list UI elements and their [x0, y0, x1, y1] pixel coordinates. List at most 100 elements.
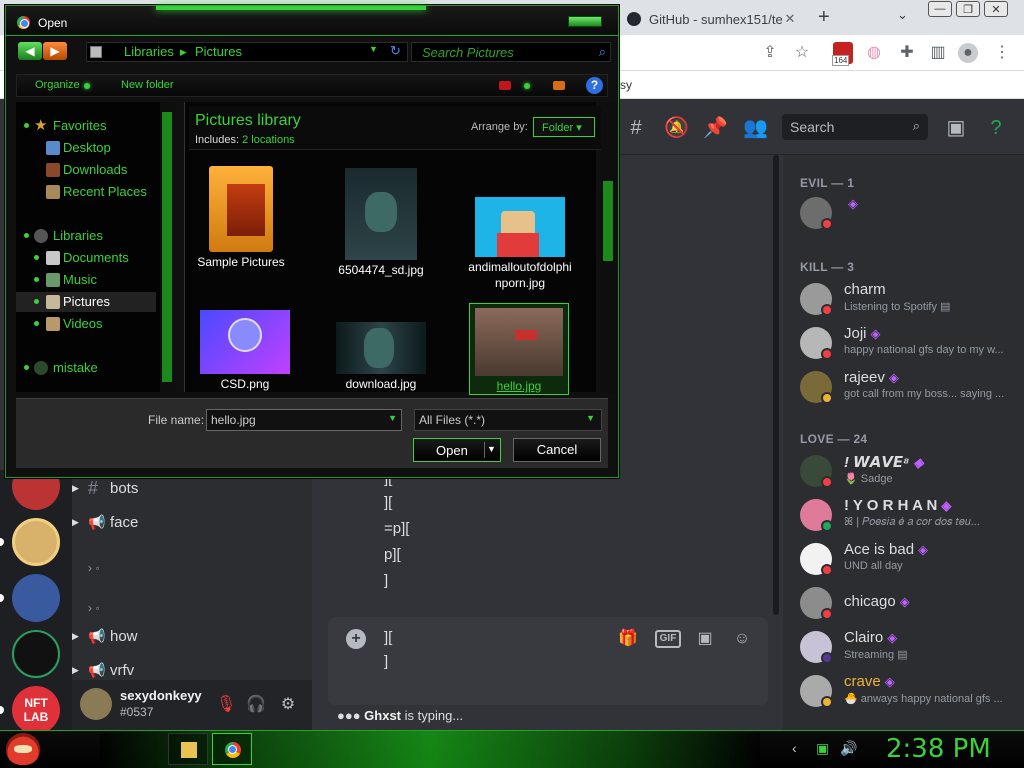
- threads-icon[interactable]: #: [624, 116, 648, 140]
- view-options-icon[interactable]: [499, 81, 511, 90]
- bookmark-star-icon[interactable]: ☆: [792, 43, 812, 63]
- restore-button[interactable]: ❐: [956, 1, 980, 17]
- tab-search-icon[interactable]: ⌄: [897, 7, 908, 23]
- member-item[interactable]: Joji ◈ happy national gfs day to my w...: [800, 323, 1020, 363]
- taskbar-explorer[interactable]: [168, 733, 208, 765]
- headphones-icon[interactable]: 🎧: [246, 694, 266, 714]
- gif-button[interactable]: GIF: [655, 630, 681, 648]
- file-name-input[interactable]: hello.jpg ▼: [206, 409, 402, 431]
- search-pictures-input[interactable]: Search Pictures ⌕: [411, 42, 611, 62]
- member-item[interactable]: ! 𝙒𝘼𝙑𝙀⁸ ◈ 🌷 Sadge: [800, 451, 1020, 491]
- breadcrumb-libraries[interactable]: Libraries: [124, 44, 174, 59]
- files-scrollbar-upper[interactable]: [601, 102, 615, 157]
- volume-icon[interactable]: 🔊: [840, 740, 857, 758]
- member-item[interactable]: chicago ◈: [800, 583, 1020, 623]
- nav-mistake[interactable]: mistake: [16, 358, 156, 378]
- nav-scrollbar[interactable]: [160, 102, 174, 392]
- channel-item[interactable]: ▶ 📢 how: [72, 624, 138, 648]
- nav-libraries[interactable]: Libraries: [16, 226, 156, 246]
- files-scrollbar[interactable]: [601, 156, 615, 394]
- member-item[interactable]: Ace is bad ◈ UND all day: [800, 539, 1020, 579]
- nav-recent-places[interactable]: Recent Places: [16, 182, 156, 202]
- open-button[interactable]: Open ▼: [413, 438, 501, 462]
- inbox-icon[interactable]: ▣: [944, 116, 968, 140]
- member-item[interactable]: Clairo ◈ Streaming ▤: [800, 627, 1020, 667]
- chat-scrollbar[interactable]: [773, 155, 779, 615]
- preview-pane-icon[interactable]: [553, 81, 565, 90]
- server-icon-nftlab[interactable]: NFT LAB: [12, 686, 60, 734]
- settings-gear-icon[interactable]: ⚙: [278, 694, 298, 714]
- address-dropdown-icon[interactable]: ▼: [369, 44, 378, 54]
- mute-mic-icon[interactable]: 🎙: [216, 694, 236, 714]
- mute-bell-icon[interactable]: 🔕: [664, 116, 689, 140]
- file-item[interactable]: 6504474_sd.jpg: [331, 168, 431, 278]
- tab-close-icon[interactable]: ✕: [783, 11, 797, 27]
- attach-plus-icon[interactable]: +: [346, 629, 366, 649]
- dialog-titlebar[interactable]: Open: [6, 6, 618, 36]
- pin-icon[interactable]: 📌: [703, 116, 728, 140]
- nav-downloads[interactable]: Downloads: [16, 160, 156, 180]
- member-item[interactable]: ! Y O R H A N ◈ ꕤ | 𝑃𝑜𝑒𝑠𝑖𝑎 𝑒́ 𝑎 𝑐𝑜𝑟 𝑑𝑜𝑠 𝑡…: [800, 495, 1020, 535]
- file-item[interactable]: download.jpg: [331, 322, 431, 392]
- network-icon[interactable]: ▣: [816, 740, 829, 758]
- taskbar-clock[interactable]: 2:38 PM: [886, 734, 991, 764]
- cancel-button[interactable]: Cancel: [513, 438, 601, 462]
- server-icon[interactable]: [12, 518, 60, 566]
- help-icon[interactable]: ?: [586, 77, 603, 94]
- nav-desktop[interactable]: Desktop: [16, 138, 156, 158]
- server-icon[interactable]: [12, 630, 60, 678]
- nav-videos[interactable]: Videos: [16, 314, 156, 334]
- includes-link[interactable]: 2 locations: [242, 134, 295, 146]
- file-item[interactable]: andimalloutofdolphinporn.jpg: [465, 197, 575, 291]
- member-item[interactable]: ◈: [800, 193, 1020, 233]
- server-icon[interactable]: [12, 574, 60, 622]
- share-icon[interactable]: ⇪: [760, 43, 780, 63]
- extension-flag-icon[interactable]: ◍: [864, 43, 884, 63]
- channel-item[interactable]: ▶ 📢 vrfv: [72, 658, 134, 682]
- emoji-icon[interactable]: ☺: [730, 627, 754, 651]
- member-item[interactable]: charm Listening to Spotify ▤: [800, 279, 1020, 319]
- gift-icon[interactable]: 🎁: [616, 627, 640, 651]
- channel-item[interactable]: ▶ 📢 face: [72, 510, 138, 534]
- help-icon[interactable]: ?: [984, 116, 1008, 140]
- bookmark-text[interactable]: sy: [620, 78, 632, 92]
- side-panel-icon[interactable]: ▥: [928, 43, 948, 63]
- file-item[interactable]: Sample Pictures: [191, 166, 291, 270]
- organize-button[interactable]: Organize: [35, 79, 80, 91]
- chrome-tab-github[interactable]: GitHub - sumhex151/test ✕: [615, 3, 805, 35]
- profile-avatar-icon[interactable]: ●: [958, 43, 978, 63]
- nav-pictures[interactable]: Pictures: [16, 292, 156, 312]
- member-item[interactable]: crave ◈ 🐣 anways happy national gfs ...: [800, 671, 1020, 711]
- new-folder-button[interactable]: New folder: [121, 79, 174, 91]
- nav-music[interactable]: Music: [16, 270, 156, 290]
- taskbar-chrome[interactable]: [212, 733, 252, 765]
- forward-button[interactable]: ▶: [43, 42, 67, 60]
- extensions-puzzle-icon[interactable]: ✚: [897, 43, 917, 63]
- message-composer[interactable]: + ][ ] 🎁 GIF ▣ ☺: [328, 617, 768, 705]
- back-button[interactable]: ◀: [18, 42, 42, 60]
- channel-category[interactable]: › ◦: [72, 596, 100, 620]
- member-list-icon[interactable]: 👥: [743, 116, 768, 140]
- minimize-button[interactable]: —: [928, 1, 952, 17]
- nav-favorites[interactable]: ★ Favorites: [16, 116, 156, 136]
- dialog-close-button[interactable]: [568, 16, 602, 27]
- chrome-menu-icon[interactable]: ⋮: [992, 43, 1012, 63]
- nav-documents[interactable]: Documents: [16, 248, 156, 268]
- channel-item[interactable]: ▶ # bots: [72, 476, 138, 500]
- close-button[interactable]: ✕: [984, 1, 1008, 17]
- channel-category[interactable]: › ◦: [72, 556, 100, 580]
- refresh-icon[interactable]: ↻: [390, 43, 401, 59]
- composer-line[interactable]: ][: [384, 629, 392, 646]
- breadcrumb-pictures[interactable]: Pictures: [195, 44, 242, 59]
- sticker-icon[interactable]: ▣: [693, 627, 717, 651]
- extension-badge-icon[interactable]: 164: [832, 42, 853, 66]
- tray-expand-icon[interactable]: ‹: [792, 740, 797, 758]
- start-button-angry-bird-icon[interactable]: [6, 733, 40, 765]
- avatar[interactable]: [80, 688, 112, 720]
- composer-line[interactable]: ]: [384, 653, 388, 670]
- address-bar[interactable]: Libraries ▸ Pictures ▼ ↻: [86, 42, 408, 62]
- file-type-select[interactable]: All Files (*.*) ▼: [414, 409, 602, 431]
- discord-search-input[interactable]: Search ⌕: [782, 114, 928, 140]
- file-item-selected[interactable]: hello.jpg: [469, 303, 569, 395]
- member-item[interactable]: rajeev ◈ got call from my boss... saying …: [800, 367, 1020, 407]
